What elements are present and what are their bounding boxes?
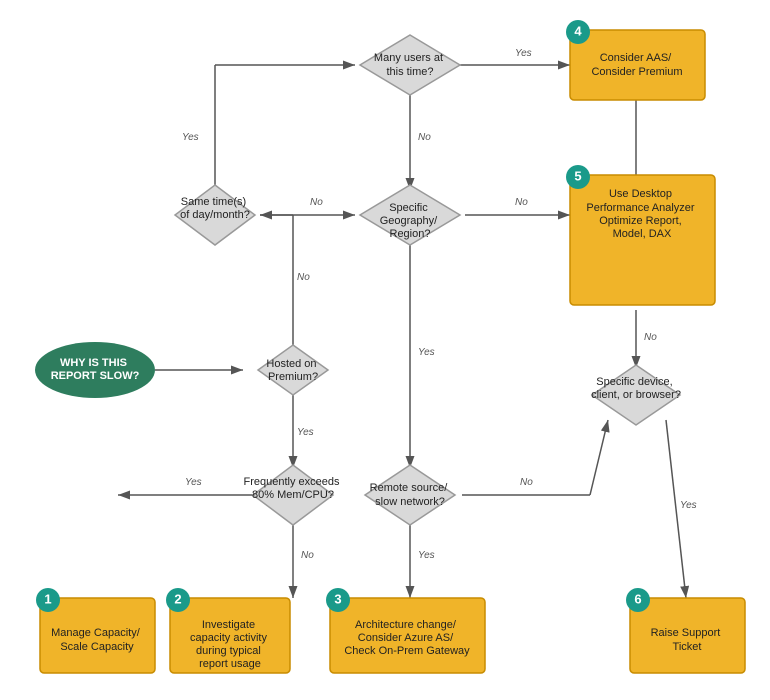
label-architecture-change: Architecture change/ Consider Azure AS/ … [344,619,470,657]
num-6: 6 [634,591,641,606]
svg-text:Yes: Yes [418,550,435,561]
label-same-time: Same time(s) of day/month? [180,196,250,221]
svg-text:Yes: Yes [297,427,314,438]
svg-text:No: No [418,132,431,143]
svg-text:Yes: Yes [185,477,202,488]
svg-text:No: No [301,550,314,561]
num-1: 1 [44,591,51,606]
svg-text:No: No [644,332,657,343]
svg-text:Yes: Yes [680,500,697,511]
svg-text:No: No [297,272,310,283]
label-exceeds-mem: Frequently exceeds 80% Mem/CPU? [243,476,342,501]
num-4: 4 [574,23,582,38]
svg-text:No: No [310,197,323,208]
svg-text:Yes: Yes [418,347,435,358]
svg-text:Yes: Yes [515,48,532,59]
svg-text:No: No [520,477,533,488]
num-2: 2 [174,591,181,606]
num-3: 3 [334,591,341,606]
start-label: WHY IS THIS REPORT SLOW? [51,357,140,382]
label-specific-device: Specific device, client, or browser? [591,376,681,401]
svg-text:No: No [515,197,528,208]
svg-text:Yes: Yes [182,132,199,143]
num-5: 5 [574,168,581,183]
label-investigate-capacity: Investigate capacity activity during typ… [190,619,270,670]
label-hosted-premium: Hosted on Premium? [266,358,319,383]
